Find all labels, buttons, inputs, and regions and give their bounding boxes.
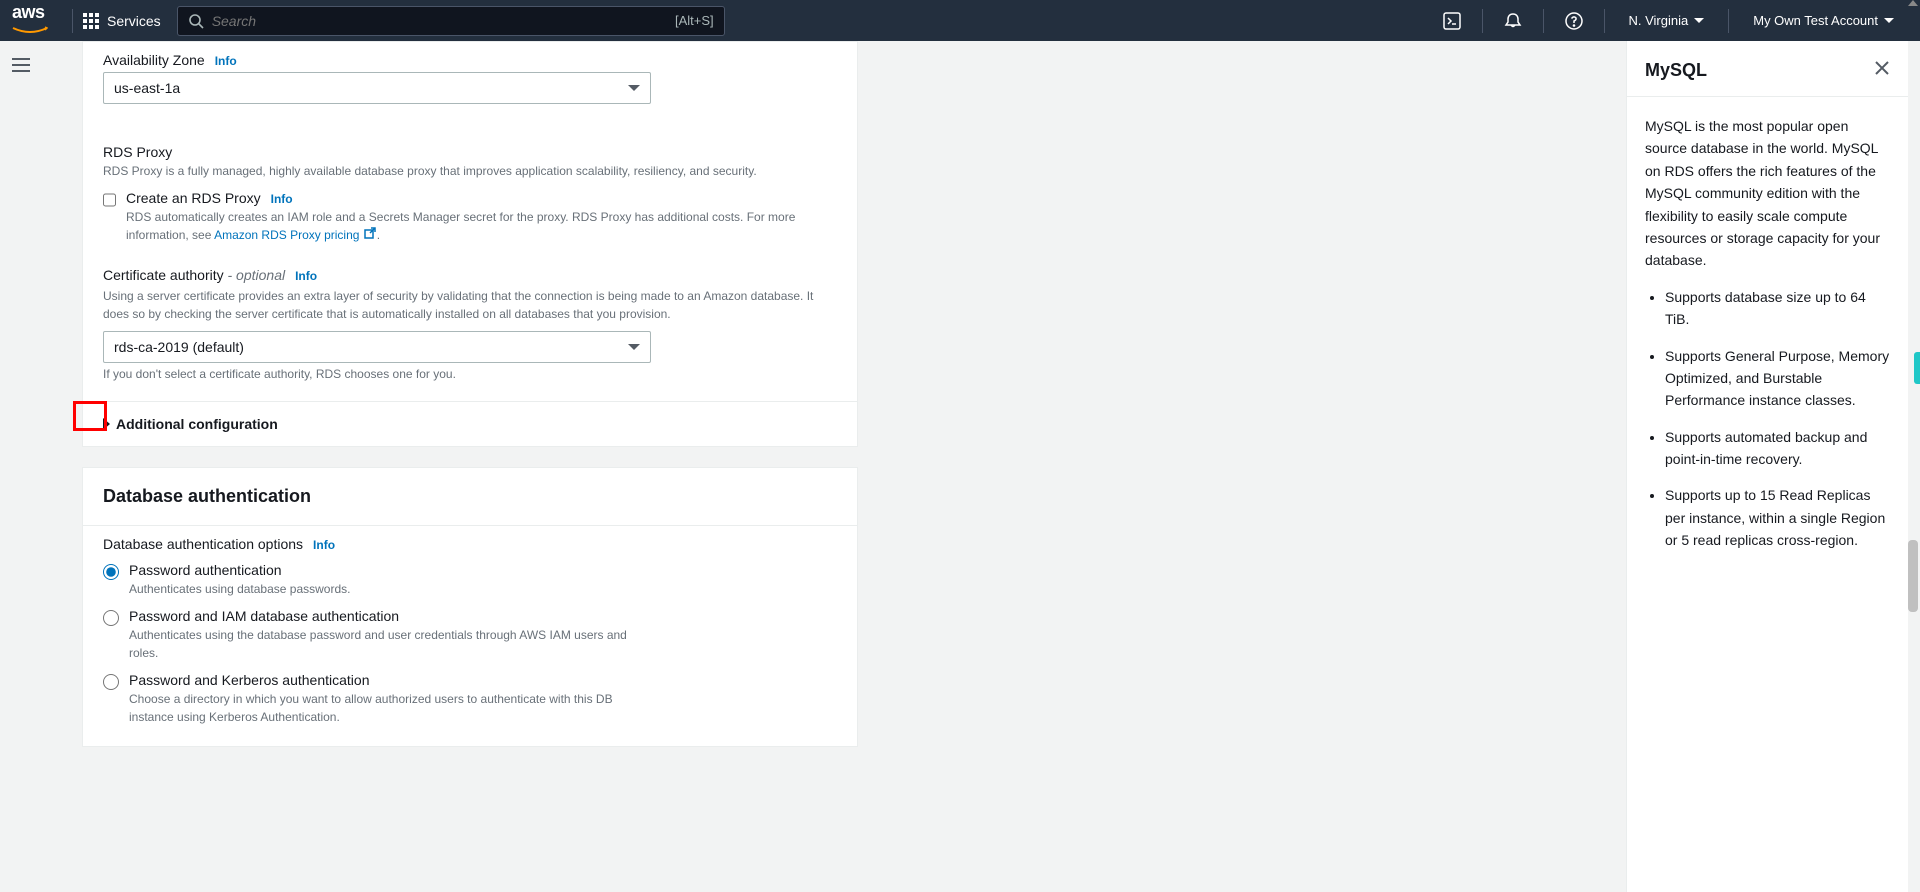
bell-icon bbox=[1504, 12, 1522, 30]
cloudshell-button[interactable] bbox=[1432, 1, 1472, 41]
auth-iam-radio[interactable] bbox=[103, 610, 119, 626]
az-info-link[interactable]: Info bbox=[215, 54, 237, 68]
create-rds-proxy-checkbox[interactable] bbox=[103, 192, 116, 208]
highlight-box bbox=[73, 401, 107, 431]
rds-proxy-info-link[interactable]: Info bbox=[271, 192, 293, 206]
help-panel-bullets: Supports database size up to 64 TiB. Sup… bbox=[1665, 286, 1890, 552]
help-bullet: Supports up to 15 Read Replicas per inst… bbox=[1665, 484, 1890, 551]
cert-authority-note: If you don't select a certificate author… bbox=[103, 367, 837, 381]
chevron-down-icon bbox=[628, 85, 640, 91]
nav-divider bbox=[1543, 9, 1544, 33]
help-bullet: Supports database size up to 64 TiB. bbox=[1665, 286, 1890, 331]
database-authentication-card: Database authentication Database authent… bbox=[82, 467, 858, 747]
auth-kerberos-radio[interactable] bbox=[103, 674, 119, 690]
db-auth-info-link[interactable]: Info bbox=[313, 538, 335, 552]
help-button[interactable] bbox=[1554, 1, 1594, 41]
auth-iam-label: Password and IAM database authentication bbox=[129, 608, 649, 624]
cert-authority-label: Certificate authority bbox=[103, 267, 224, 283]
notifications-button[interactable] bbox=[1493, 1, 1533, 41]
az-value: us-east-1a bbox=[114, 80, 180, 96]
global-search[interactable]: [Alt+S] bbox=[177, 6, 725, 36]
cert-authority-info-link[interactable]: Info bbox=[295, 269, 317, 283]
help-panel-intro: MySQL is the most popular open source da… bbox=[1645, 115, 1890, 272]
account-label: My Own Test Account bbox=[1753, 13, 1878, 28]
nav-divider bbox=[1482, 9, 1483, 33]
chevron-down-icon bbox=[1694, 18, 1704, 23]
aws-swoosh-icon bbox=[12, 26, 48, 36]
search-icon bbox=[188, 13, 204, 29]
auth-password-desc: Authenticates using database passwords. bbox=[129, 580, 350, 598]
rds-proxy-desc: RDS Proxy is a fully managed, highly ava… bbox=[103, 162, 837, 180]
az-label: Availability Zone bbox=[103, 52, 205, 68]
create-rds-proxy-label: Create an RDS Proxy bbox=[126, 190, 261, 206]
chevron-down-icon bbox=[1884, 18, 1894, 23]
rds-proxy-heading: RDS Proxy bbox=[103, 144, 837, 160]
external-link-icon bbox=[363, 226, 377, 245]
account-menu[interactable]: My Own Test Account bbox=[1739, 13, 1908, 28]
cert-authority-desc: Using a server certificate provides an e… bbox=[103, 287, 833, 323]
services-menu-button[interactable]: Services bbox=[83, 13, 161, 29]
scroll-up-arrow[interactable] bbox=[1908, 0, 1918, 6]
auth-iam-desc: Authenticates using the database passwor… bbox=[129, 626, 649, 662]
chevron-down-icon bbox=[628, 344, 640, 350]
region-label: N. Virginia bbox=[1629, 13, 1689, 28]
grid-icon bbox=[83, 13, 99, 29]
help-bullet: Supports General Purpose, Memory Optimiz… bbox=[1665, 345, 1890, 412]
additional-config-label: Additional configuration bbox=[116, 416, 278, 432]
search-shortcut-hint: [Alt+S] bbox=[675, 13, 714, 28]
auth-password-radio[interactable] bbox=[103, 564, 119, 580]
connectivity-card: Availability Zone Info us-east-1a RDS Pr… bbox=[82, 41, 858, 447]
region-selector[interactable]: N. Virginia bbox=[1615, 13, 1719, 28]
auth-password-label: Password authentication bbox=[129, 562, 350, 578]
certificate-authority-select[interactable]: rds-ca-2019 (default) bbox=[103, 331, 651, 363]
cert-authority-value: rds-ca-2019 (default) bbox=[114, 339, 244, 355]
db-auth-options-label: Database authentication options bbox=[103, 536, 303, 552]
top-nav: aws Services [Alt+S] N. Virginia bbox=[0, 0, 1920, 41]
nav-divider bbox=[72, 9, 73, 33]
db-auth-header: Database authentication bbox=[83, 468, 857, 526]
caret-right-icon bbox=[103, 418, 110, 430]
aws-logo[interactable]: aws bbox=[12, 11, 48, 31]
side-pill-indicator bbox=[1914, 352, 1920, 384]
close-icon bbox=[1874, 60, 1890, 76]
additional-configuration-expander[interactable]: Additional configuration bbox=[83, 401, 857, 446]
search-input[interactable] bbox=[212, 13, 675, 29]
help-panel-close-button[interactable] bbox=[1874, 59, 1890, 82]
availability-zone-select[interactable]: us-east-1a bbox=[103, 72, 651, 104]
help-panel-title: MySQL bbox=[1645, 60, 1707, 81]
auth-kerberos-desc: Choose a directory in which you want to … bbox=[129, 690, 649, 726]
nav-divider bbox=[1728, 9, 1729, 33]
rds-proxy-period: . bbox=[377, 228, 380, 242]
cloudshell-icon bbox=[1443, 12, 1461, 30]
auth-kerberos-label: Password and Kerberos authentication bbox=[129, 672, 649, 688]
side-nav-toggle[interactable] bbox=[12, 54, 30, 76]
help-icon bbox=[1565, 12, 1583, 30]
scrollbar-thumb[interactable] bbox=[1908, 540, 1918, 612]
nav-divider bbox=[1604, 9, 1605, 33]
rds-proxy-pricing-link[interactable]: Amazon RDS Proxy pricing bbox=[214, 228, 359, 242]
help-bullet: Supports automated backup and point-in-t… bbox=[1665, 426, 1890, 471]
help-panel: MySQL MySQL is the most popular open sou… bbox=[1626, 41, 1908, 892]
services-label: Services bbox=[107, 13, 161, 29]
cert-authority-optional: - optional bbox=[224, 267, 285, 283]
